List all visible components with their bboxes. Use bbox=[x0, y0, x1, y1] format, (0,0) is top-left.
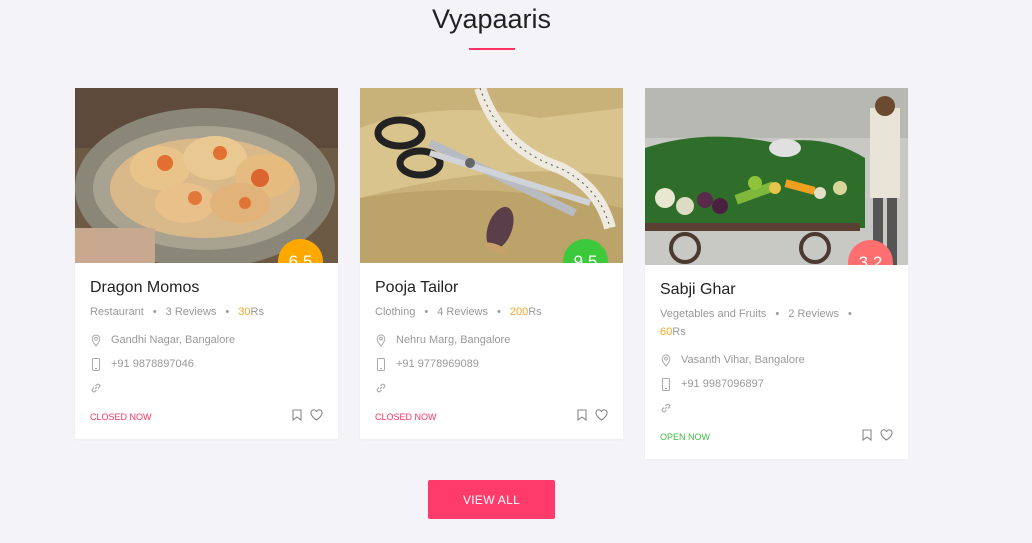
phone-icon bbox=[660, 377, 672, 391]
status-badge: CLOSED NOW bbox=[375, 412, 437, 422]
category-label: Restaurant bbox=[90, 306, 144, 318]
listing-meta: Restaurant • 3 Reviews • 30Rs bbox=[90, 303, 323, 321]
bookmark-icon[interactable] bbox=[577, 408, 587, 426]
link-row[interactable] bbox=[660, 401, 893, 415]
separator-dot: • bbox=[496, 306, 501, 318]
listing-card-sabji-ghar[interactable]: 3.2 Sabji Ghar Vegetables and Fruits • 2 R… bbox=[645, 88, 908, 459]
price-unit: Rs bbox=[250, 306, 264, 318]
map-pin-icon bbox=[660, 353, 672, 367]
address-row: Vasanth Vihar, Bangalore bbox=[660, 353, 893, 367]
separator-dot: • bbox=[152, 306, 157, 318]
phone-text[interactable]: +91 9987096897 bbox=[681, 378, 764, 390]
separator-dot: • bbox=[848, 308, 852, 320]
address-row: Gandhi Nagar, Bangalore bbox=[90, 333, 323, 347]
phone-text[interactable]: +91 9878897046 bbox=[111, 358, 194, 370]
map-pin-icon bbox=[375, 333, 387, 347]
reviews-count[interactable]: 3 Reviews bbox=[166, 306, 217, 318]
listing-meta: Vegetables and Fruits • 2 Reviews • 60Rs bbox=[660, 305, 893, 341]
address-text: Gandhi Nagar, Bangalore bbox=[111, 334, 236, 346]
address-row: Nehru Marg, Bangalore bbox=[375, 333, 608, 347]
separator-dot: • bbox=[775, 308, 780, 320]
phone-icon bbox=[90, 357, 102, 371]
vegetables-photo[interactable]: 3.2 bbox=[645, 88, 908, 265]
status-badge: OPEN NOW bbox=[660, 432, 711, 442]
category-label: Vegetables and Fruits bbox=[660, 308, 767, 320]
listing-card-pooja-tailor[interactable]: 9.5 Pooja Tailor Clothing • 4 Reviews • 200R… bbox=[360, 88, 623, 439]
listing-name[interactable]: Dragon Momos bbox=[90, 279, 323, 297]
heart-icon[interactable] bbox=[595, 408, 608, 426]
price-unit: Rs bbox=[672, 326, 686, 338]
phone-row[interactable]: +91 9987096897 bbox=[660, 377, 893, 391]
link-icon[interactable] bbox=[90, 381, 102, 395]
bookmark-icon[interactable] bbox=[862, 428, 872, 446]
link-row[interactable] bbox=[90, 381, 323, 395]
map-pin-icon bbox=[90, 333, 102, 347]
phone-icon bbox=[375, 357, 387, 371]
phone-row[interactable]: +91 9878897046 bbox=[90, 357, 323, 371]
card-footer: CLOSED NOW bbox=[375, 409, 608, 425]
listing-card-dragon-momos[interactable]: 6.5 Dragon Momos Restaurant • 3 Reviews • 30… bbox=[75, 88, 338, 439]
listing-name[interactable]: Sabji Ghar bbox=[660, 281, 893, 299]
bookmark-icon[interactable] bbox=[292, 408, 302, 426]
link-row[interactable] bbox=[375, 381, 608, 395]
address-text: Vasanth Vihar, Bangalore bbox=[681, 354, 805, 366]
price-value: 60 bbox=[660, 326, 673, 338]
address-text: Nehru Marg, Bangalore bbox=[396, 334, 511, 346]
price-value: 200 bbox=[509, 306, 529, 318]
reviews-count[interactable]: 2 Reviews bbox=[788, 308, 839, 320]
heart-icon[interactable] bbox=[310, 408, 323, 426]
reviews-count[interactable]: 4 Reviews bbox=[437, 306, 488, 318]
listing-name[interactable]: Pooja Tailor bbox=[375, 279, 608, 297]
momos-photo[interactable]: 6.5 bbox=[75, 88, 338, 263]
section-title: Vyapaaris bbox=[431, 4, 552, 34]
listing-meta: Clothing • 4 Reviews • 200Rs bbox=[375, 303, 608, 321]
link-icon[interactable] bbox=[375, 381, 387, 395]
status-badge: CLOSED NOW bbox=[90, 412, 152, 422]
tailor-photo[interactable]: 9.5 bbox=[360, 88, 623, 263]
price-value: 30 bbox=[238, 306, 251, 318]
card-footer: OPEN NOW bbox=[660, 429, 893, 445]
phone-row[interactable]: +91 9778969089 bbox=[375, 357, 608, 371]
view-all-button[interactable]: VIEW ALL bbox=[428, 480, 555, 519]
phone-text[interactable]: +91 9778969089 bbox=[396, 358, 479, 370]
link-icon[interactable] bbox=[660, 401, 672, 415]
card-footer: CLOSED NOW bbox=[90, 409, 323, 425]
price-unit: Rs bbox=[528, 306, 542, 318]
separator-dot: • bbox=[424, 306, 429, 318]
separator-dot: • bbox=[225, 306, 230, 318]
heart-icon[interactable] bbox=[880, 428, 893, 446]
title-underline bbox=[469, 48, 515, 50]
category-label: Clothing bbox=[375, 306, 416, 318]
